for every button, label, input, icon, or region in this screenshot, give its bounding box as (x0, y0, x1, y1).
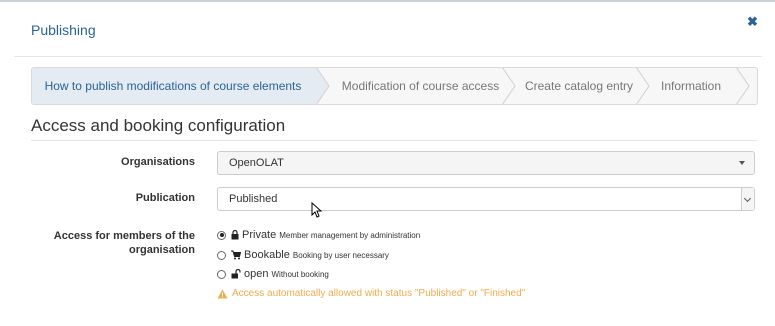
access-option-bookable[interactable]: Bookable Booking by user necessary (217, 248, 389, 262)
access-option-private[interactable]: Private Member management by administrat… (217, 228, 420, 242)
radio-open[interactable] (217, 269, 226, 279)
close-icon[interactable]: ✖ (747, 14, 758, 30)
organisations-value: OpenOLAT (229, 157, 284, 169)
access-option-open[interactable]: open Without booking (217, 267, 329, 281)
step-modification-access[interactable]: Modification of course access (329, 68, 512, 104)
cart-icon (231, 250, 241, 260)
step-information[interactable]: Information (646, 68, 736, 104)
radio-private[interactable] (217, 230, 226, 240)
access-label: Access for members of the organisation (15, 229, 195, 257)
chevron-down-icon (741, 188, 754, 210)
access-label-line1: Access for members of the (53, 230, 195, 242)
option-sub-label: Booking by user necessary (292, 250, 389, 260)
option-sub-label: Without booking (271, 269, 329, 279)
top-border (0, 0, 775, 2)
option-main-label: open (244, 268, 269, 280)
option-sub-label: Member management by administration (279, 230, 421, 240)
access-label-line2: organisation (128, 244, 195, 256)
step-label: How to publish modifications of course e… (44, 79, 302, 93)
publication-value: Published (229, 193, 278, 205)
step-create-catalog[interactable]: Create catalog entry (513, 68, 645, 104)
radio-bookable[interactable] (217, 250, 226, 260)
step-how-to-publish[interactable]: How to publish modifications of course e… (32, 68, 314, 104)
access-warning: Access automatically allowed with status… (217, 288, 525, 299)
option-main-label: Private (242, 229, 277, 241)
chevron-separator-icon (736, 68, 750, 104)
section-divider (31, 140, 757, 141)
unlock-icon (231, 269, 241, 279)
section-title: Access and booking configuration (31, 116, 286, 135)
step-label: Create catalog entry (524, 79, 634, 93)
caret-down-icon (739, 161, 745, 165)
warning-icon (217, 289, 228, 298)
warning-text: Access automatically allowed with status… (232, 288, 526, 299)
publication-select[interactable]: Published (217, 187, 755, 211)
mouse-cursor-icon (311, 202, 322, 218)
organisations-select[interactable]: OpenOLAT (217, 151, 755, 175)
lock-icon (231, 230, 239, 240)
publication-label: Publication (135, 192, 195, 204)
chevron-separator-icon (312, 68, 330, 104)
modal-title: Publishing (31, 22, 96, 38)
header-divider (14, 56, 762, 57)
option-main-label: Bookable (244, 249, 290, 261)
step-label: Modification of course access (341, 79, 500, 93)
step-label: Information (660, 79, 722, 93)
wizard-steps: How to publish modifications of course e… (31, 67, 758, 105)
organisations-label: Organisations (121, 156, 195, 168)
